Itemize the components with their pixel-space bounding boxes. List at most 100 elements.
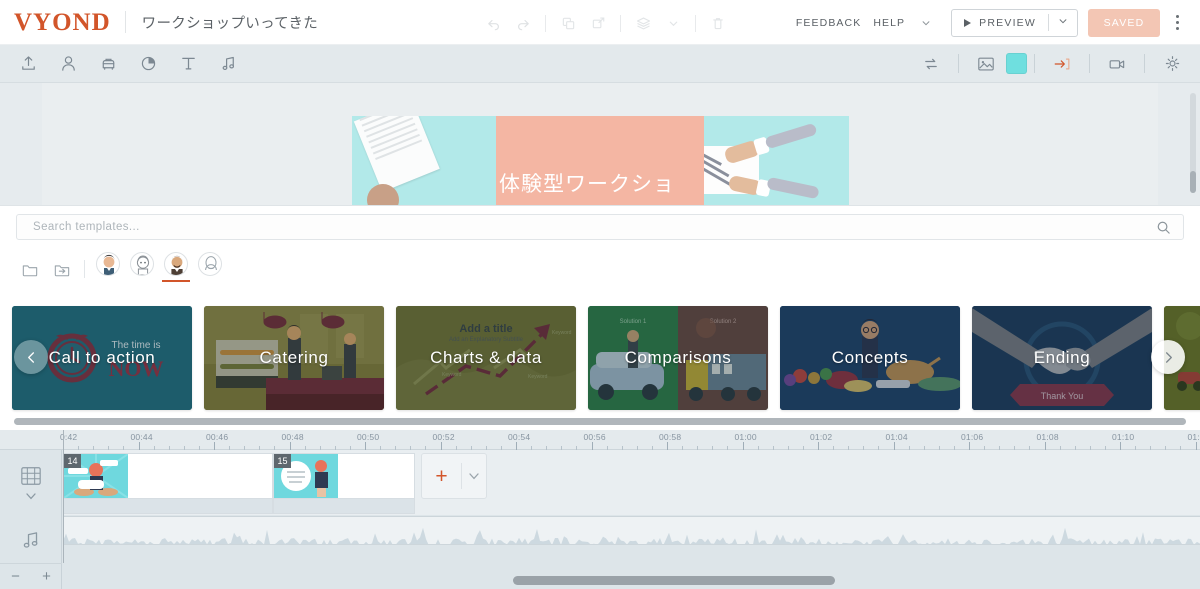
more-options-icon[interactable]	[1164, 9, 1190, 37]
music-icon[interactable]	[208, 49, 248, 79]
ruler-tick-major	[516, 442, 517, 450]
style-tab-business-friendly[interactable]	[161, 251, 191, 285]
timeline-track-headers: − +	[0, 450, 62, 589]
tool-divider-3	[695, 14, 696, 32]
audio-subtrack[interactable]	[63, 544, 1200, 563]
settings-gear-icon[interactable]	[1152, 49, 1192, 79]
search-icon[interactable]	[1156, 220, 1183, 235]
preview-button[interactable]: PREVIEW	[951, 8, 1078, 37]
template-card[interactable]: Catering	[204, 306, 384, 410]
next-templates-button[interactable]	[1151, 340, 1185, 374]
ruler-label: 00:50	[357, 432, 380, 442]
prop-icon[interactable]	[88, 49, 128, 79]
layers-chevron-down-icon[interactable]	[658, 10, 688, 36]
card-title: Concepts	[831, 348, 909, 367]
scene-subtrack[interactable]	[63, 499, 273, 514]
add-scene-button[interactable]: +	[421, 453, 487, 499]
scene-track-header[interactable]	[0, 450, 62, 515]
timeline-horizontal-scrollbar[interactable]	[63, 576, 1198, 585]
ruler-label: 00:56	[583, 432, 606, 442]
text-icon[interactable]	[168, 49, 208, 79]
timeline-ruler[interactable]: 0:42 00:44 00:46 00:48 00:50 00:52 00:54 00:56 0…	[0, 430, 1200, 450]
ruler-label: 01:06	[961, 432, 984, 442]
upload-icon[interactable]	[8, 49, 48, 79]
ruler-label: 01:08	[1036, 432, 1059, 442]
redo-icon[interactable]	[508, 10, 538, 36]
ruler-tick-major	[1120, 442, 1121, 450]
folder-import-icon[interactable]	[46, 255, 78, 285]
layers-icon[interactable]	[628, 10, 658, 36]
vyond-logo[interactable]: VYOND	[14, 10, 111, 35]
scene-clip[interactable]: 15	[273, 453, 415, 499]
swap-icon[interactable]	[911, 49, 951, 79]
music-note-icon	[23, 532, 38, 548]
preview-chevron-down-icon[interactable]	[1049, 16, 1077, 29]
audio-track-header[interactable]	[0, 516, 62, 564]
help-chevron-down-icon[interactable]	[911, 10, 941, 36]
style-tab-contemporary[interactable]	[93, 251, 123, 285]
chart-icon[interactable]	[128, 49, 168, 79]
zoom-out-button[interactable]: −	[5, 567, 27, 587]
duplicate-icon[interactable]	[583, 10, 613, 36]
character-icon[interactable]	[48, 49, 88, 79]
ruler-tick-major	[742, 442, 744, 450]
template-card[interactable]: Thank You Ending	[972, 306, 1152, 410]
prev-templates-button[interactable]	[14, 340, 48, 374]
camera-icon[interactable]	[1097, 49, 1137, 79]
template-card[interactable]: Concepts	[780, 306, 960, 410]
ruler-tick-major	[1044, 442, 1046, 450]
track-collapse-chevron-icon	[26, 492, 36, 499]
avatar	[96, 252, 120, 276]
card-title: Ending	[1033, 348, 1091, 367]
scene-clip[interactable]: 14	[63, 453, 273, 499]
scrollbar-thumb[interactable]	[1190, 171, 1196, 193]
style-tab-blank[interactable]	[195, 251, 225, 285]
scene-track[interactable]: 14 15 +	[63, 450, 1200, 515]
canvas-vertical-scrollbar[interactable]	[1190, 93, 1196, 193]
scrollbar-thumb[interactable]	[513, 576, 835, 585]
zoom-in-button[interactable]: +	[36, 567, 58, 587]
template-horizontal-scrollbar[interactable]	[14, 418, 1186, 425]
canvas-area[interactable]: 体験型ワークショ	[0, 83, 1200, 205]
logo-text: VYON	[14, 8, 92, 36]
scene-subtrack[interactable]	[273, 499, 415, 514]
ruler-tick-major	[365, 442, 366, 450]
coffee-cup-illustration	[367, 184, 399, 205]
slide-title-text[interactable]: 体験型ワークショ	[499, 168, 704, 198]
project-title[interactable]: ワークショップいってきた	[142, 12, 318, 33]
add-scene-chevron-down-icon[interactable]	[462, 472, 486, 481]
copy-icon[interactable]	[553, 10, 583, 36]
search-input[interactable]	[17, 221, 1156, 233]
t2-divider-4	[1144, 54, 1145, 73]
ruler-tick-major	[289, 442, 291, 450]
scrollbar-thumb[interactable]	[14, 418, 1186, 425]
ruler-label: 00:46	[206, 432, 229, 442]
saved-status-button[interactable]: SAVED	[1088, 8, 1160, 37]
video-stage[interactable]: 体験型ワークショ	[42, 83, 1158, 205]
asset-toolbar	[0, 45, 1200, 83]
logo-text-last: D	[91, 8, 111, 36]
enter-effect-icon[interactable]	[1042, 49, 1082, 79]
template-card[interactable]: Add a title Add an Explanatory Subtitle …	[396, 306, 576, 410]
background-image-icon[interactable]	[966, 49, 1006, 79]
ruler-tick-major	[440, 442, 442, 450]
delete-icon[interactable]	[703, 10, 733, 36]
current-scene-slide[interactable]: 体験型ワークショ	[352, 116, 849, 205]
playhead[interactable]	[63, 430, 64, 563]
undo-icon[interactable]	[478, 10, 508, 36]
paper-line	[363, 116, 411, 133]
background-color-swatch[interactable]	[1006, 53, 1027, 74]
ruler-label: 00:44	[130, 432, 153, 442]
search-bar[interactable]	[16, 214, 1184, 240]
asset-toolbar-left	[8, 49, 248, 79]
template-card[interactable]: Solution 1 Solution 2 Comparisons	[588, 306, 768, 410]
folder-icon[interactable]	[14, 255, 46, 285]
template-tabs	[14, 251, 229, 285]
paper-sheet	[353, 116, 440, 192]
tool-divider-2	[620, 14, 621, 32]
help-button[interactable]: HELP	[867, 17, 911, 29]
preview-label: PREVIEW	[979, 16, 1036, 29]
t2-divider-2	[1034, 54, 1035, 73]
style-tab-whiteboard[interactable]	[127, 251, 157, 285]
feedback-button[interactable]: FEEDBACK	[790, 17, 867, 29]
